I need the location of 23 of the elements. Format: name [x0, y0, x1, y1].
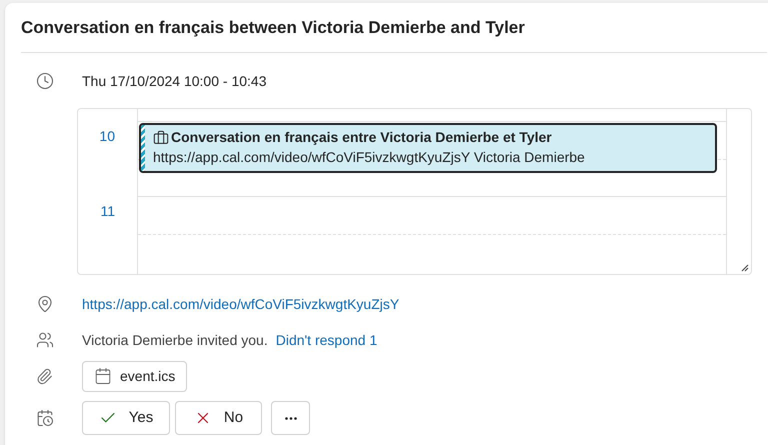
event-details: https://app.cal.com/video/wfCoViF5ivzkwgtKyuZjsY Victoria Demierbe [153, 148, 585, 167]
more-icon [284, 416, 296, 420]
response-status-link[interactable]: Didn't respond 1 [276, 330, 378, 350]
briefcase-icon [153, 130, 169, 146]
resize-grip-icon [741, 264, 749, 272]
event-title: Conversation en français between Victoria Demierbe and Tyler [21, 16, 525, 39]
clock-icon [36, 72, 54, 90]
accept-button[interactable]: Yes [82, 401, 170, 435]
location-icon [36, 295, 54, 313]
paperclip-icon [36, 368, 53, 384]
event-name: Conversation en français entre Victoria Demierbe et Tyler [171, 128, 552, 147]
hour-label: 10 [99, 127, 115, 146]
invitation-text: Victoria Demierbe invited you. [82, 330, 268, 350]
calendar-file-icon [94, 367, 112, 385]
attachment-button[interactable]: event.ics [82, 360, 188, 392]
location-link[interactable]: https://app.cal.com/video/wfCoViF5ivzkwgtKyuZjsY [82, 294, 400, 314]
calendar-event[interactable]: Conversation en français entre Victoria Demierbe et Tyler https://app.cal.com/video/wfCoViF5ivzkwgtKyuZjsY Victoria Demierbe [139, 123, 717, 173]
attendees-icon [36, 331, 54, 349]
decline-button[interactable]: No [175, 401, 262, 435]
event-time: Thu 17/10/2024 10:00 - 10:43 [82, 72, 266, 90]
hour-label: 11 [100, 202, 115, 221]
calendar-response-icon [36, 409, 54, 427]
more-button[interactable] [271, 401, 310, 435]
